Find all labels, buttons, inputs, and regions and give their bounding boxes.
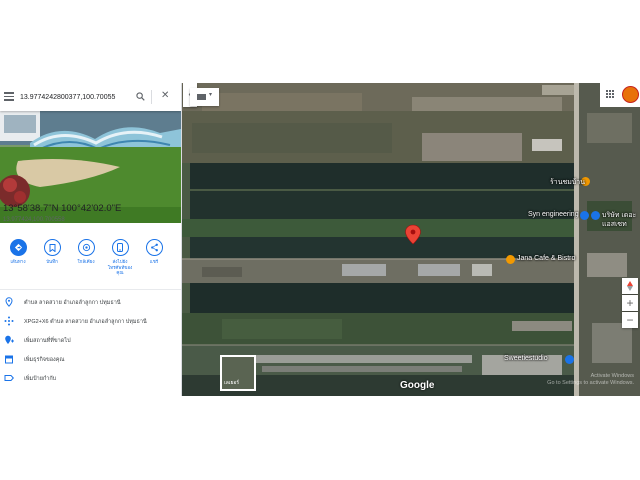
cafe-marker-icon[interactable] — [506, 255, 515, 264]
share-label: แชร์ — [149, 259, 159, 264]
compass-icon[interactable] — [622, 278, 638, 294]
watermark-line-1: Activate Windows — [590, 373, 634, 379]
company-marker-icon[interactable] — [591, 211, 600, 220]
location-pin-icon — [5, 297, 13, 307]
add-missing-place-row[interactable]: เพิ่มสถานที่ที่ขาดไป — [0, 334, 181, 348]
business-marker-icon[interactable] — [580, 211, 589, 220]
zoom-controls: + − — [622, 278, 638, 343]
search-separator — [151, 90, 152, 104]
label-icon — [4, 375, 14, 381]
layer-toggle-label: เลเยอร์ — [224, 380, 240, 386]
close-icon[interactable]: ✕ — [161, 91, 169, 101]
account-controls — [600, 83, 640, 107]
send-to-phone-label: ส่งไปยังโทรศัพท์ของคุณ — [107, 259, 133, 275]
magnifier-icon[interactable] — [136, 92, 145, 101]
poi-label-5[interactable]: Jana Cafe & Bistro — [517, 255, 575, 262]
add-missing-place-text: เพิ่มสถานที่ที่ขาดไป — [24, 338, 71, 344]
poi-label-4[interactable]: แอสเซท — [602, 219, 627, 230]
coordinates-dms: 13°58'38.7"N 100°42'02.0"E — [3, 203, 122, 214]
directions-icon — [9, 239, 27, 256]
poi-label-6[interactable]: Sweetiestudio — [504, 355, 548, 362]
add-business-row[interactable]: เพิ่มธุรกิจของคุณ — [0, 353, 181, 367]
plus-code-row[interactable]: XPG2+X6 ตำบล ลาดสวาย อำเภอลำลูกกา ปทุมธา… — [0, 315, 181, 329]
watermark-line-2: Go to Settings to activate Windows. — [547, 380, 634, 386]
plus-code-text: XPG2+X6 ตำบล ลาดสวาย อำเภอลำลูกกา ปทุมธา… — [24, 319, 147, 325]
zoom-out-button[interactable]: − — [622, 312, 638, 328]
phone-icon — [111, 239, 129, 256]
google-logo: Google — [400, 380, 435, 391]
nearby-button[interactable]: ใกล้เคียง — [71, 239, 101, 265]
search-input[interactable] — [20, 89, 132, 105]
nearby-label: ใกล้เคียง — [77, 259, 95, 264]
satellite-imagery — [182, 83, 640, 396]
address-row[interactable]: ตำบล ลาดสวาย อำเภอลำลูกกา ปทุมธานี — [0, 296, 181, 310]
plus-code-icon — [4, 316, 14, 326]
avatar[interactable] — [622, 86, 639, 103]
apps-grid-icon[interactable] — [606, 90, 615, 99]
share-button[interactable]: แชร์ — [139, 239, 169, 265]
studio-marker-icon[interactable] — [565, 355, 574, 364]
directions-label: เส้นทาง — [10, 259, 26, 264]
panel-divider — [0, 289, 181, 290]
directions-button[interactable]: เส้นทาง — [3, 239, 33, 265]
layer-toggle-button[interactable]: เลเยอร์ — [220, 355, 256, 391]
save-label: บันทึก — [46, 259, 58, 264]
add-place-icon — [5, 335, 14, 344]
add-label-text: เพิ่มป้ายกำกับ — [24, 376, 57, 382]
maps-screen: ✕ 13°58'38.7"N 100°42'02.0"E 13.977424,1… — [0, 83, 640, 396]
poi-label-2[interactable]: Syn engineering — [528, 211, 579, 218]
map-type-button[interactable]: ▾ — [190, 88, 219, 106]
bookmark-icon — [43, 239, 61, 256]
add-label-row[interactable]: เพิ่มป้ายกำกับ — [0, 372, 181, 386]
windows-activation-watermark: Activate Windows Go to Settings to activ… — [547, 373, 634, 387]
zoom-in-button[interactable]: + — [622, 295, 638, 311]
share-icon — [145, 239, 163, 256]
place-panel: ✕ 13°58'38.7"N 100°42'02.0"E 13.977424,1… — [0, 83, 182, 396]
search-bar: ✕ — [0, 83, 181, 111]
coordinates-decimal[interactable]: 13.977424,100.700558 — [3, 217, 65, 223]
business-icon — [5, 355, 13, 364]
address-text: ตำบล ลาดสวาย อำเภอลำลูกกา ปทุมธานี — [24, 300, 121, 306]
nearby-icon — [77, 239, 95, 256]
save-button[interactable]: บันทึก — [37, 239, 67, 265]
map-layer-icon — [197, 94, 206, 100]
hamburger-menu-icon[interactable] — [4, 92, 14, 101]
send-to-phone-button[interactable]: ส่งไปยังโทรศัพท์ของคุณ — [105, 239, 135, 276]
chevron-down-icon: ▾ — [209, 92, 213, 98]
add-business-text: เพิ่มธุรกิจของคุณ — [24, 357, 65, 363]
satellite-map[interactable]: ร้านชมบ้าน Syn engineering บริษัท เดอะ แ… — [182, 83, 640, 396]
poi-label-1[interactable]: ร้านชมบ้าน — [550, 177, 585, 188]
